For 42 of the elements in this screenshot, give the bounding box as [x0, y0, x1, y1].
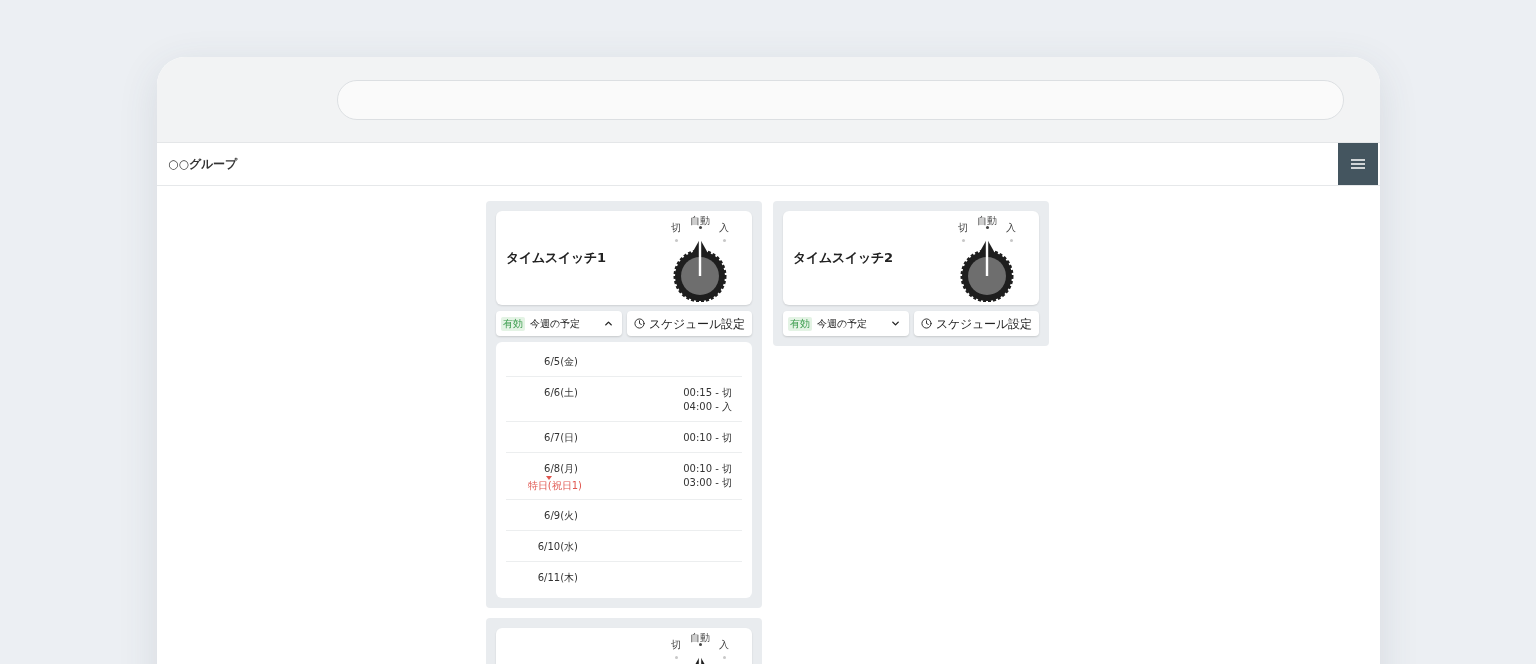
marker-icon	[546, 476, 552, 480]
schedule-date: 6/9(火)	[544, 509, 578, 523]
clock-icon	[920, 318, 932, 329]
schedule-date: 6/10(水)	[537, 540, 578, 554]
schedule-settings-button[interactable]: スケジュール設定	[626, 311, 752, 336]
schedule-entry: 00:10 - 切	[683, 462, 732, 476]
clock-icon	[633, 318, 645, 329]
dial-position-label: 自動	[977, 214, 997, 228]
status-badge: 有効	[788, 316, 812, 331]
chevron-up-icon	[602, 318, 614, 329]
switch-name: タイムスイッチ1	[506, 249, 607, 267]
schedule-date: 6/8(月)	[544, 462, 578, 476]
dial-position-label: 切	[671, 221, 681, 235]
menu-icon	[1351, 159, 1365, 169]
group-title: ○○グループ	[168, 155, 237, 173]
schedule-entry: 03:00 - 切	[683, 476, 732, 490]
dial-position-label: 入	[1006, 221, 1016, 235]
weekly-schedule-toggle[interactable]: 有効 今週の予定	[783, 311, 909, 336]
dial-position-label: 自動	[690, 631, 710, 645]
weekly-schedule-toggle[interactable]: 有効 今週の予定	[496, 311, 622, 336]
status-badge: 有効	[501, 316, 525, 331]
dial-position-label: 入	[719, 638, 729, 652]
menu-button[interactable]	[1338, 143, 1378, 185]
schedule-settings-button[interactable]: スケジュール設定	[913, 311, 1039, 336]
dial-position-label: 自動	[690, 214, 710, 228]
schedule-entry: 00:10 - 切	[683, 431, 732, 445]
toggle-label: 今週の予定	[530, 316, 581, 331]
dial-position-label: 切	[671, 638, 681, 652]
dial-position-label: 切	[958, 221, 968, 235]
schedule-date: 6/11(木)	[537, 571, 578, 585]
schedule-entry: 04:00 - 入	[683, 400, 732, 414]
switch-name: タイムスイッチ2	[793, 249, 894, 267]
toggle-label: 今週の予定	[817, 316, 868, 331]
schedule-date: 6/6(土)	[544, 386, 578, 400]
dial-position-label: 入	[719, 221, 729, 235]
special-day-note: 特日(祝日1)	[527, 480, 582, 492]
knob-drawing[interactable]	[959, 236, 1015, 302]
schedule-date: 6/5(金)	[544, 355, 578, 369]
knob-drawing[interactable]	[672, 236, 728, 302]
schedule-date: 6/7(日)	[544, 431, 578, 445]
chevron-down-icon	[889, 318, 901, 329]
schedule-entry: 00:15 - 切	[683, 386, 732, 400]
